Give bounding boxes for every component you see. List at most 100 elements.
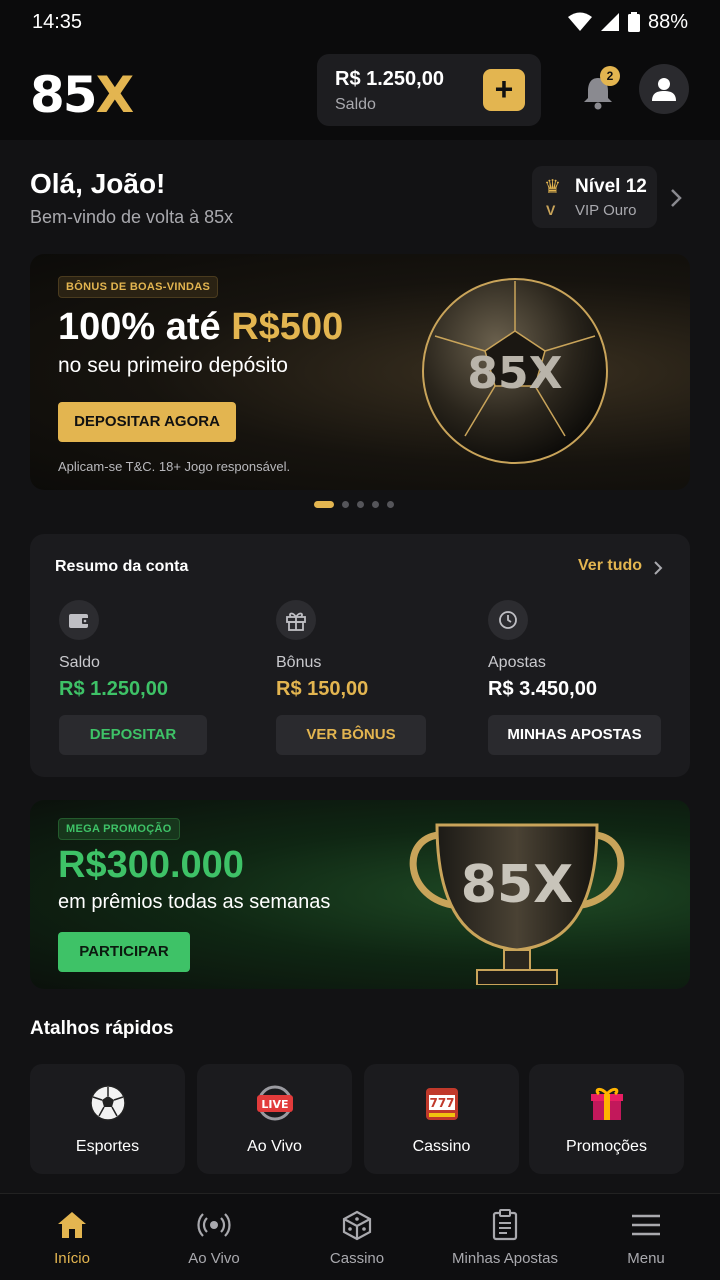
status-icons: 88% [567, 10, 688, 34]
quick-link-label: Promoções [566, 1138, 647, 1155]
bonus-value: R$ 150,00 [276, 678, 369, 700]
vip-tier-label: VIP Ouro [575, 202, 637, 219]
app-bar: 85X R$ 1.250,00 Saldo + 2 [0, 44, 720, 140]
status-time: 14:35 [32, 10, 83, 33]
account-summary-title: Resumo da conta [55, 558, 189, 575]
bet-slip-icon [440, 1209, 570, 1241]
quick-link-label: Ao Vivo [247, 1138, 302, 1155]
carousel-dot[interactable] [314, 501, 334, 508]
add-funds-button[interactable]: + [483, 69, 525, 111]
broadcast-icon [164, 1209, 264, 1241]
balance-label: Saldo [335, 96, 376, 113]
wallet-icon [59, 600, 99, 640]
plus-icon: + [494, 71, 514, 107]
promo-amount: R$300.000 [58, 844, 244, 886]
quick-link-live[interactable]: LIVE Ao Vivo [197, 1064, 352, 1174]
wifi-icon [567, 12, 592, 31]
vip-badge-icon: V [546, 202, 556, 218]
deposit-button[interactable]: DEPOSITAR [59, 715, 207, 755]
quick-link-label: Esportes [75, 1138, 140, 1155]
gift-icon [529, 1084, 684, 1122]
battery-level: 88% [647, 10, 688, 33]
bottom-navigation: Início Ao Vivo Cassino Minhas Apostas Me… [0, 1193, 720, 1280]
nav-home[interactable]: Início [22, 1194, 122, 1280]
balance-widget[interactable]: R$ 1.250,00 Saldo + [317, 54, 541, 126]
terms-text: Aplicam-se T&C. 18+ Jogo responsável. [58, 459, 291, 474]
dice-icon [307, 1209, 407, 1241]
nav-menu[interactable]: Menu [596, 1194, 696, 1280]
bonus-column: Bônus R$ 150,00 VER BÔNUS [276, 600, 426, 755]
chevron-right-icon[interactable] [653, 560, 663, 576]
account-summary-card: Resumo da conta Ver tudo Saldo R$ 1.250,… [30, 534, 690, 777]
soccer-ball-image: 85X [422, 278, 608, 464]
status-bar: 14:35 88% [0, 0, 720, 44]
view-bonus-button[interactable]: VER BÔNUS [276, 715, 426, 755]
bets-label: Apostas [488, 654, 546, 671]
live-badge-text: LIVE [261, 1098, 288, 1111]
nav-my-bets[interactable]: Minhas Apostas [440, 1194, 570, 1280]
greeting-title: Olá, João! [30, 168, 166, 199]
balance-amount: R$ 1.250,00 [335, 68, 444, 90]
promo-subtitle: em prêmios todas as semanas [58, 891, 331, 913]
nav-label: Minhas Apostas [452, 1250, 558, 1267]
carousel-dot[interactable] [357, 501, 364, 508]
quick-link-promotions[interactable]: Promoções [529, 1064, 684, 1174]
welcome-bonus-headline: 100% até R$500 [58, 306, 343, 349]
nav-label: Ao Vivo [188, 1250, 240, 1267]
soccer-ball-icon [30, 1084, 185, 1122]
chevron-right-icon[interactable] [668, 186, 684, 210]
bets-value: R$ 3.450,00 [488, 678, 597, 700]
deposit-now-button[interactable]: DEPOSITAR AGORA [58, 402, 236, 442]
welcome-bonus-banner[interactable]: BÔNUS DE BOAS-VINDAS 100% até R$500 no s… [30, 254, 690, 490]
balance-label: Saldo [59, 654, 100, 671]
carousel-dots [314, 501, 394, 508]
balance-value: R$ 1.250,00 [59, 678, 168, 700]
see-all-link[interactable]: Ver tudo [578, 557, 642, 575]
battery-icon [627, 12, 640, 32]
welcome-bonus-subtitle: no seu primeiro depósito [58, 354, 288, 377]
headline-amount: R$500 [231, 306, 344, 348]
welcome-bonus-tag: BÔNUS DE BOAS-VINDAS [58, 276, 219, 298]
nav-label: Início [54, 1250, 90, 1267]
mega-promo-banner[interactable]: MEGA PROMOÇÃO R$300.000 em prêmios todas… [30, 800, 690, 989]
history-icon [488, 600, 528, 640]
slot-machine-icon: 777 [364, 1084, 519, 1122]
home-icon [22, 1209, 122, 1241]
mega-promo-tag: MEGA PROMOÇÃO [58, 818, 180, 840]
nav-live[interactable]: Ao Vivo [164, 1194, 264, 1280]
profile-avatar-button[interactable] [639, 64, 689, 114]
live-icon: LIVE [197, 1084, 352, 1122]
gift-icon [276, 600, 316, 640]
greeting-subtitle: Bem-vindo de volta à 85x [30, 207, 234, 227]
balance-column: Saldo R$ 1.250,00 DEPOSITAR [59, 600, 207, 755]
logo-accent: X [95, 66, 135, 124]
logo-main: 85 [30, 66, 98, 124]
notification-badge: 2 [600, 66, 620, 86]
user-icon [652, 78, 676, 101]
slot-machine-text: 777 [429, 1096, 454, 1110]
trophy-logo-text: 85X [461, 855, 573, 915]
quick-links-title: Atalhos rápidos [30, 1018, 174, 1039]
nav-label: Menu [627, 1250, 665, 1267]
ball-logo-text: 85X [467, 348, 562, 399]
my-bets-button[interactable]: MINHAS APOSTAS [488, 715, 661, 755]
quick-link-casino[interactable]: 777 Cassino [364, 1064, 519, 1174]
level-label: Nível 12 [575, 176, 647, 197]
app-logo[interactable]: 85X [30, 66, 135, 124]
crown-icon: ♛ [544, 177, 562, 198]
quick-link-label: Cassino [412, 1138, 471, 1155]
trophy-image: 85X [409, 823, 625, 985]
bets-column: Apostas R$ 3.450,00 MINHAS APOSTAS [488, 600, 661, 755]
signal-icon [600, 13, 619, 31]
nav-casino[interactable]: Cassino [307, 1194, 407, 1280]
carousel-dot[interactable] [342, 501, 349, 508]
hamburger-menu-icon [596, 1209, 696, 1241]
bonus-label: Bônus [276, 654, 322, 671]
carousel-dot[interactable] [372, 501, 379, 508]
nav-label: Cassino [329, 1250, 385, 1267]
quick-link-sports[interactable]: Esportes [30, 1064, 185, 1174]
headline-plain: 100% até [58, 306, 232, 348]
carousel-dot[interactable] [387, 501, 394, 508]
participate-button[interactable]: PARTICIPAR [58, 932, 190, 972]
vip-level-card[interactable]: ♛ Nível 12 V VIP Ouro [532, 166, 657, 228]
